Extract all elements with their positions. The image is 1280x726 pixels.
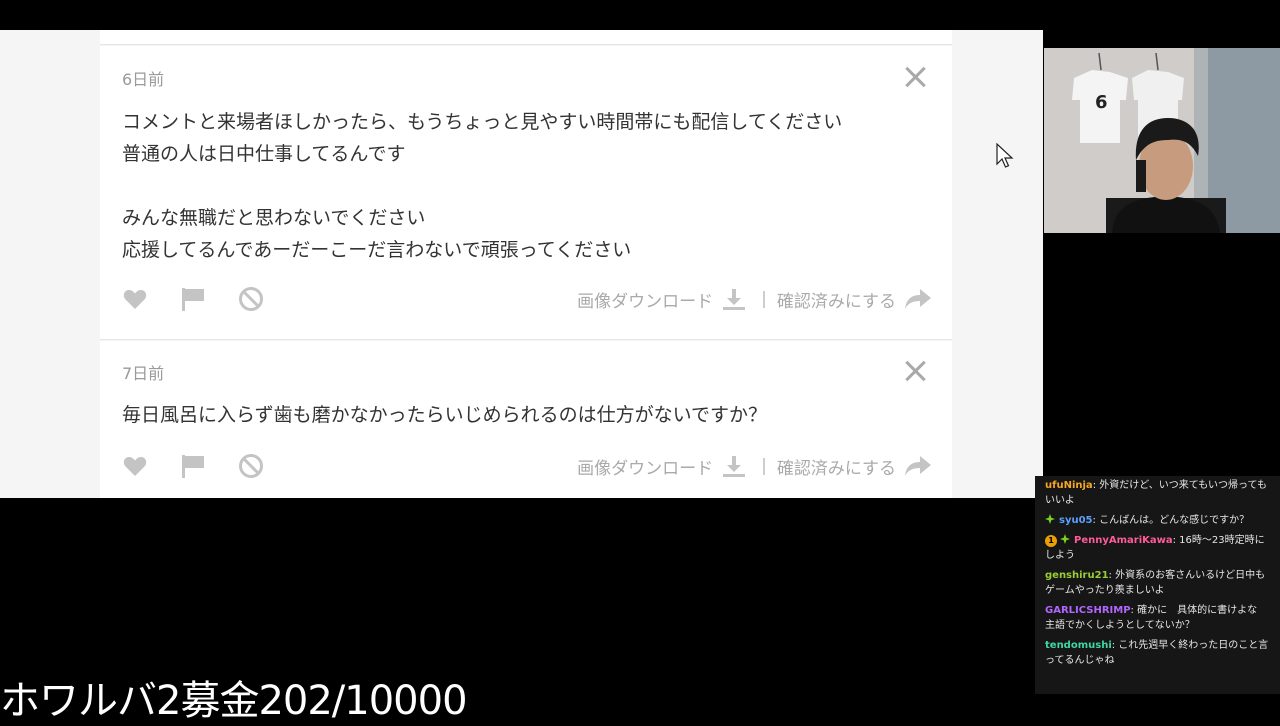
action-separator: | xyxy=(761,456,767,476)
chat-username[interactable]: GARLICSHRIMP xyxy=(1045,605,1131,616)
share-arrow-icon[interactable] xyxy=(904,287,932,311)
gem-badge-icon xyxy=(1060,534,1070,544)
chat-username[interactable]: PennyAmariKawa xyxy=(1074,535,1173,546)
question-age: 6日前 xyxy=(122,70,165,89)
mark-checked-button[interactable]: 確認済みにする xyxy=(777,454,896,479)
question-line: 普通の人は日中仕事してるんです xyxy=(122,143,406,165)
question-line xyxy=(122,170,842,202)
question-age: 7日前 xyxy=(122,364,165,383)
question-text: 毎日風呂に入らず歯も磨かなかったらいじめられるのは仕方がないですか？ xyxy=(122,399,767,431)
question-actions: 画像ダウンロード | 確認済みにする xyxy=(122,284,932,314)
question-line: みんな無職だと思わないでください xyxy=(122,207,426,229)
donation-overlay-text: ホワルバ2募金202/10000 xyxy=(0,678,468,724)
question-line: 毎日風呂に入らず歯も磨かなかったらいじめられるのは仕方がないですか？ xyxy=(122,404,768,426)
chat-panel: ufuNinja: 外資だけど、いつ来てもいつ帰ってもいいよ syu05: こん… xyxy=(1035,476,1280,694)
gem-badge-icon xyxy=(1045,514,1055,524)
chat-message: 1 PennyAmariKawa: 16時〜23時定時にしよう xyxy=(1035,531,1280,566)
chat-text: : こんばんは。どんな感じですか？ xyxy=(1092,515,1250,526)
question-box-page: 6日前 コメントと来場者ほしかったら、もうちょっと見やすい時間帯にも配信してくだ… xyxy=(0,30,1043,498)
block-icon[interactable] xyxy=(238,453,264,479)
question-card: 6日前 コメントと来場者ほしかったら、もうちょっと見やすい時間帯にも配信してくだ… xyxy=(100,46,952,340)
right-actions: 画像ダウンロード | 確認済みにする xyxy=(577,284,932,314)
chat-message: GARLICSHRIMP: 確かに 具体的に書けよな 主語でかくしようとしてない… xyxy=(1035,601,1280,636)
chat-username[interactable]: genshiru21 xyxy=(1045,570,1109,581)
question-text: コメントと来場者ほしかったら、もうちょっと見やすい時間帯にも配信してください 普… xyxy=(122,106,842,266)
question-actions: 画像ダウンロード | 確認済みにする xyxy=(122,451,932,481)
chat-message: ufuNinja: 外資だけど、いつ来てもいつ帰ってもいいよ xyxy=(1035,476,1280,511)
mouse-cursor-icon xyxy=(996,143,1014,168)
close-icon[interactable] xyxy=(904,360,926,382)
jersey-number: 6 xyxy=(1095,92,1108,113)
action-separator: | xyxy=(761,289,767,309)
block-icon[interactable] xyxy=(238,286,264,312)
chat-message: genshiru21: 外資系のお客さんいるけど日中もゲームやったり羨ましいよ xyxy=(1035,566,1280,601)
image-download-button[interactable]: 画像ダウンロード xyxy=(577,287,713,312)
webcam-image xyxy=(1044,48,1280,233)
right-actions: 画像ダウンロード | 確認済みにする xyxy=(577,451,932,481)
subscriber-badge-icon: 1 xyxy=(1045,535,1057,547)
webcam-feed: 6 xyxy=(1044,48,1280,233)
download-icon[interactable] xyxy=(721,453,747,479)
heart-icon[interactable] xyxy=(122,286,148,312)
heart-icon[interactable] xyxy=(122,453,148,479)
chat-username[interactable]: syu05 xyxy=(1059,515,1093,526)
chat-message: tendomushi: これ先週早く終わった日のこと言ってるんじゃね xyxy=(1035,636,1280,671)
mark-checked-button[interactable]: 確認済みにする xyxy=(777,287,896,312)
download-icon[interactable] xyxy=(721,286,747,312)
previous-card-edge xyxy=(100,30,952,45)
share-arrow-icon[interactable] xyxy=(904,454,932,478)
question-line: コメントと来場者ほしかったら、もうちょっと見やすい時間帯にも配信してください xyxy=(122,111,843,133)
chat-username[interactable]: ufuNinja xyxy=(1045,480,1093,491)
question-line: 応援してるんであーだーこーだ言わないで頑張ってください xyxy=(122,239,632,261)
question-card: 7日前 毎日風呂に入らず歯も磨かなかったらいじめられるのは仕方がないですか？ 画… xyxy=(100,341,952,498)
chat-username[interactable]: tendomushi xyxy=(1045,640,1112,651)
flag-icon[interactable] xyxy=(180,453,206,479)
image-download-button[interactable]: 画像ダウンロード xyxy=(577,454,713,479)
flag-icon[interactable] xyxy=(180,286,206,312)
close-icon[interactable] xyxy=(904,66,926,88)
chat-message: syu05: こんばんは。どんな感じですか？ xyxy=(1035,511,1280,531)
